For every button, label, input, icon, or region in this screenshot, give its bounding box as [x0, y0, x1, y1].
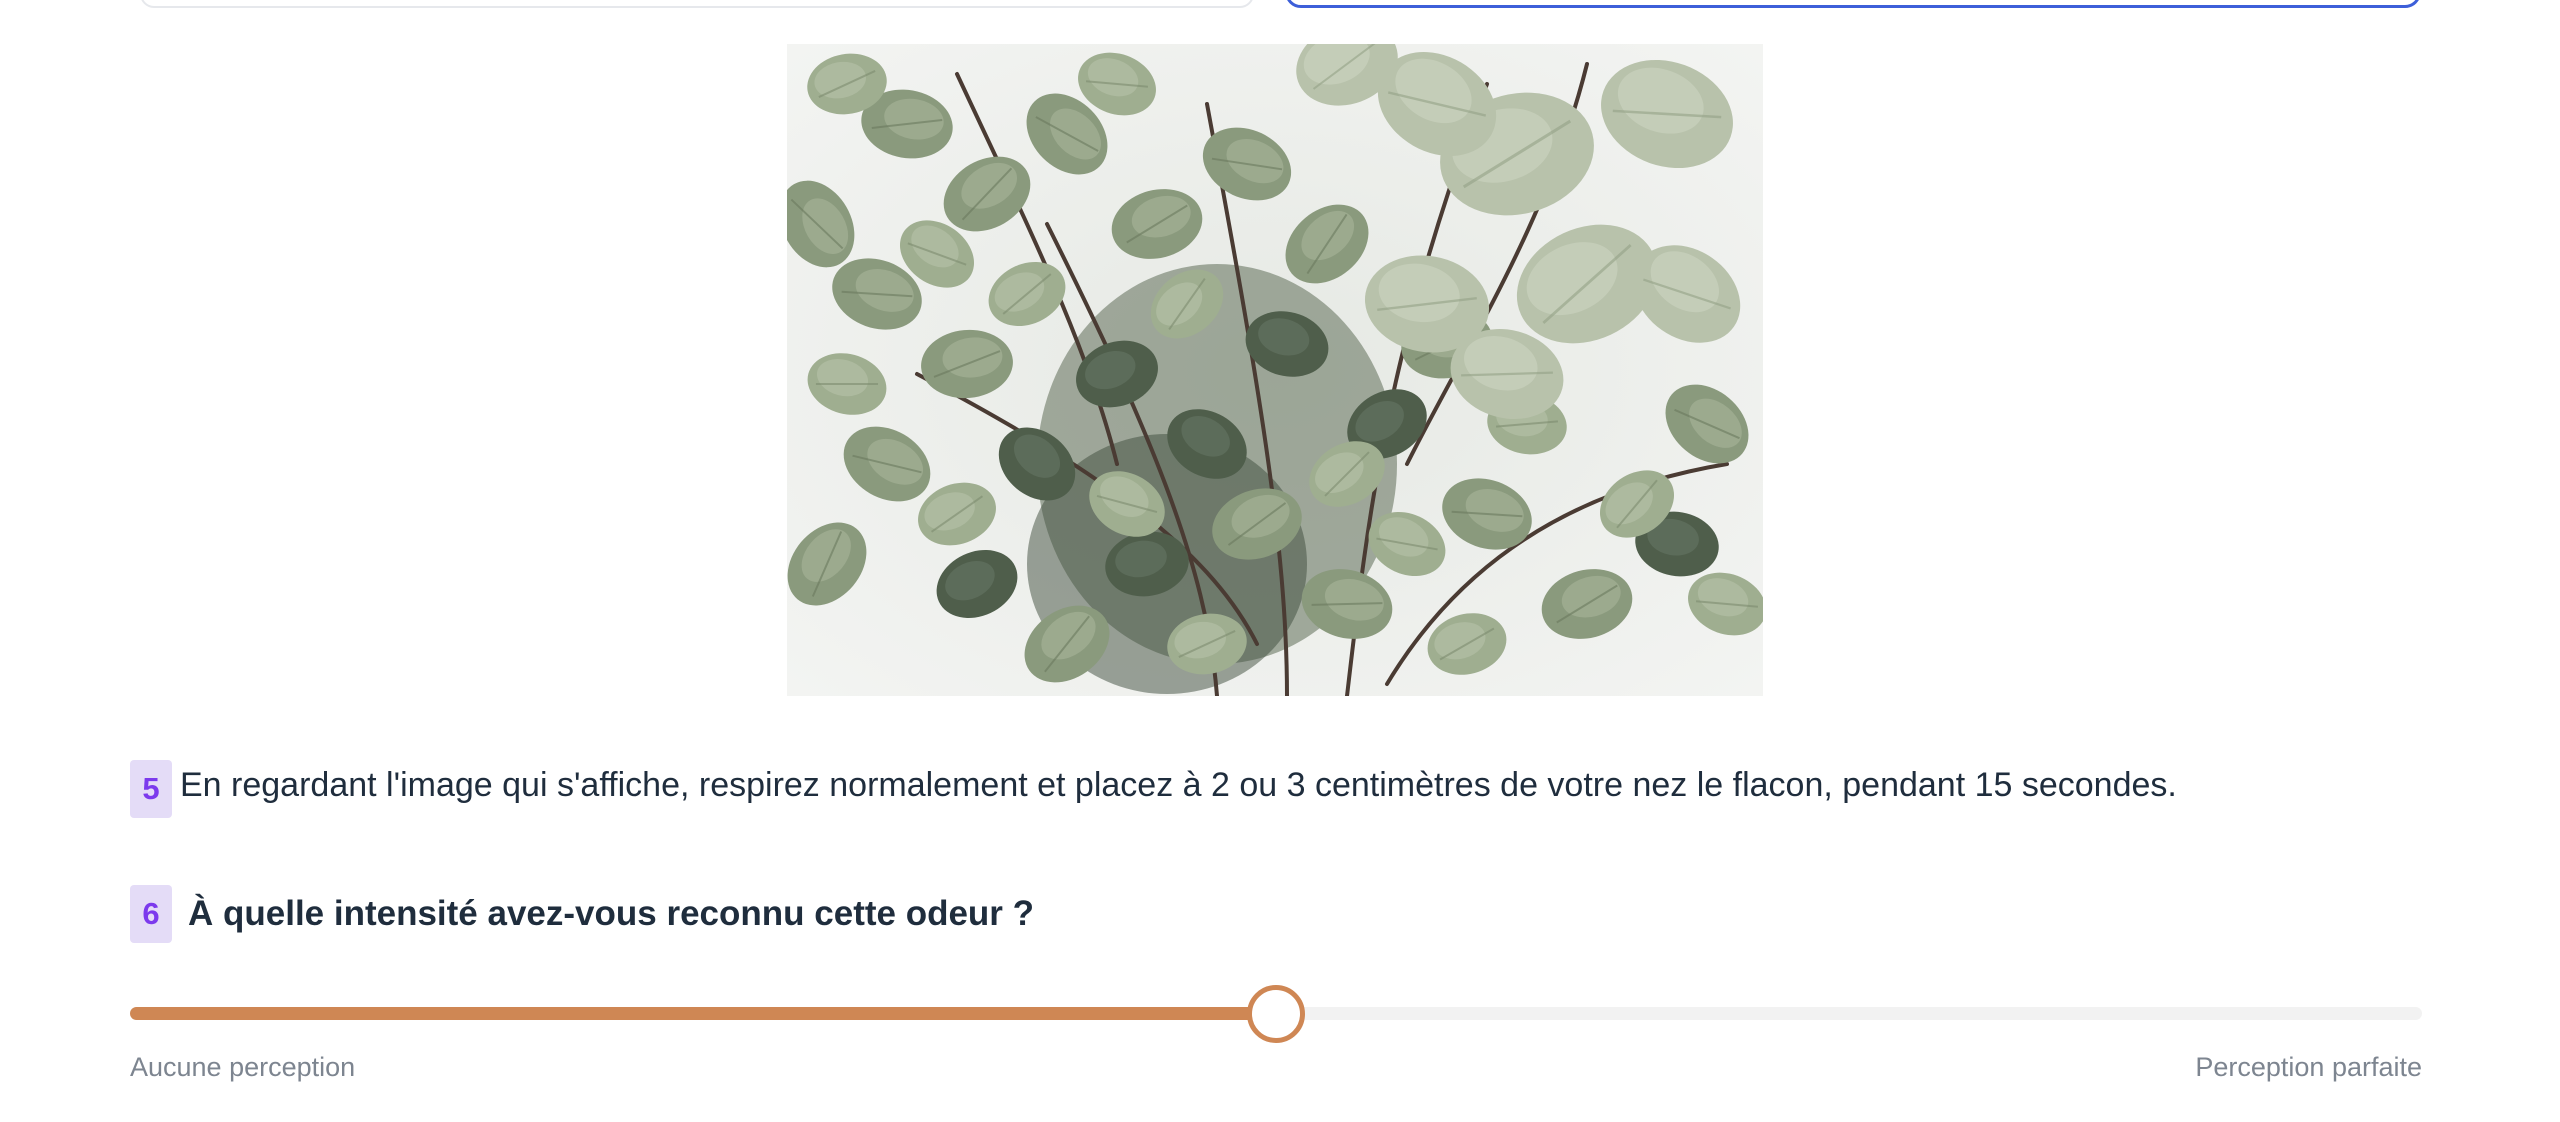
previous-input-field-focused[interactable]: [1285, 0, 2421, 8]
intensity-slider[interactable]: [130, 985, 2422, 1043]
slider-min-label: Aucune perception: [130, 1052, 356, 1082]
question-title: À quelle intensité avez-vous reconnu cet…: [188, 894, 1035, 933]
slider-thumb[interactable]: [1247, 985, 1305, 1043]
question-number-badge: 6: [130, 885, 172, 943]
slider-fill: [130, 1007, 1276, 1020]
question-5: 5 En regardant l'image qui s'affiche, re…: [130, 760, 2177, 818]
question-text: En regardant l'image qui s'affiche, resp…: [180, 765, 2177, 804]
previous-input-field[interactable]: [140, 0, 1254, 8]
question-number-badge: 5: [130, 760, 172, 818]
slider-max-label: Perception parfaite: [2195, 1052, 2422, 1082]
eucalyptus-image: [787, 44, 1763, 696]
question-6: 6 À quelle intensité avez-vous reconnu c…: [130, 885, 1034, 943]
